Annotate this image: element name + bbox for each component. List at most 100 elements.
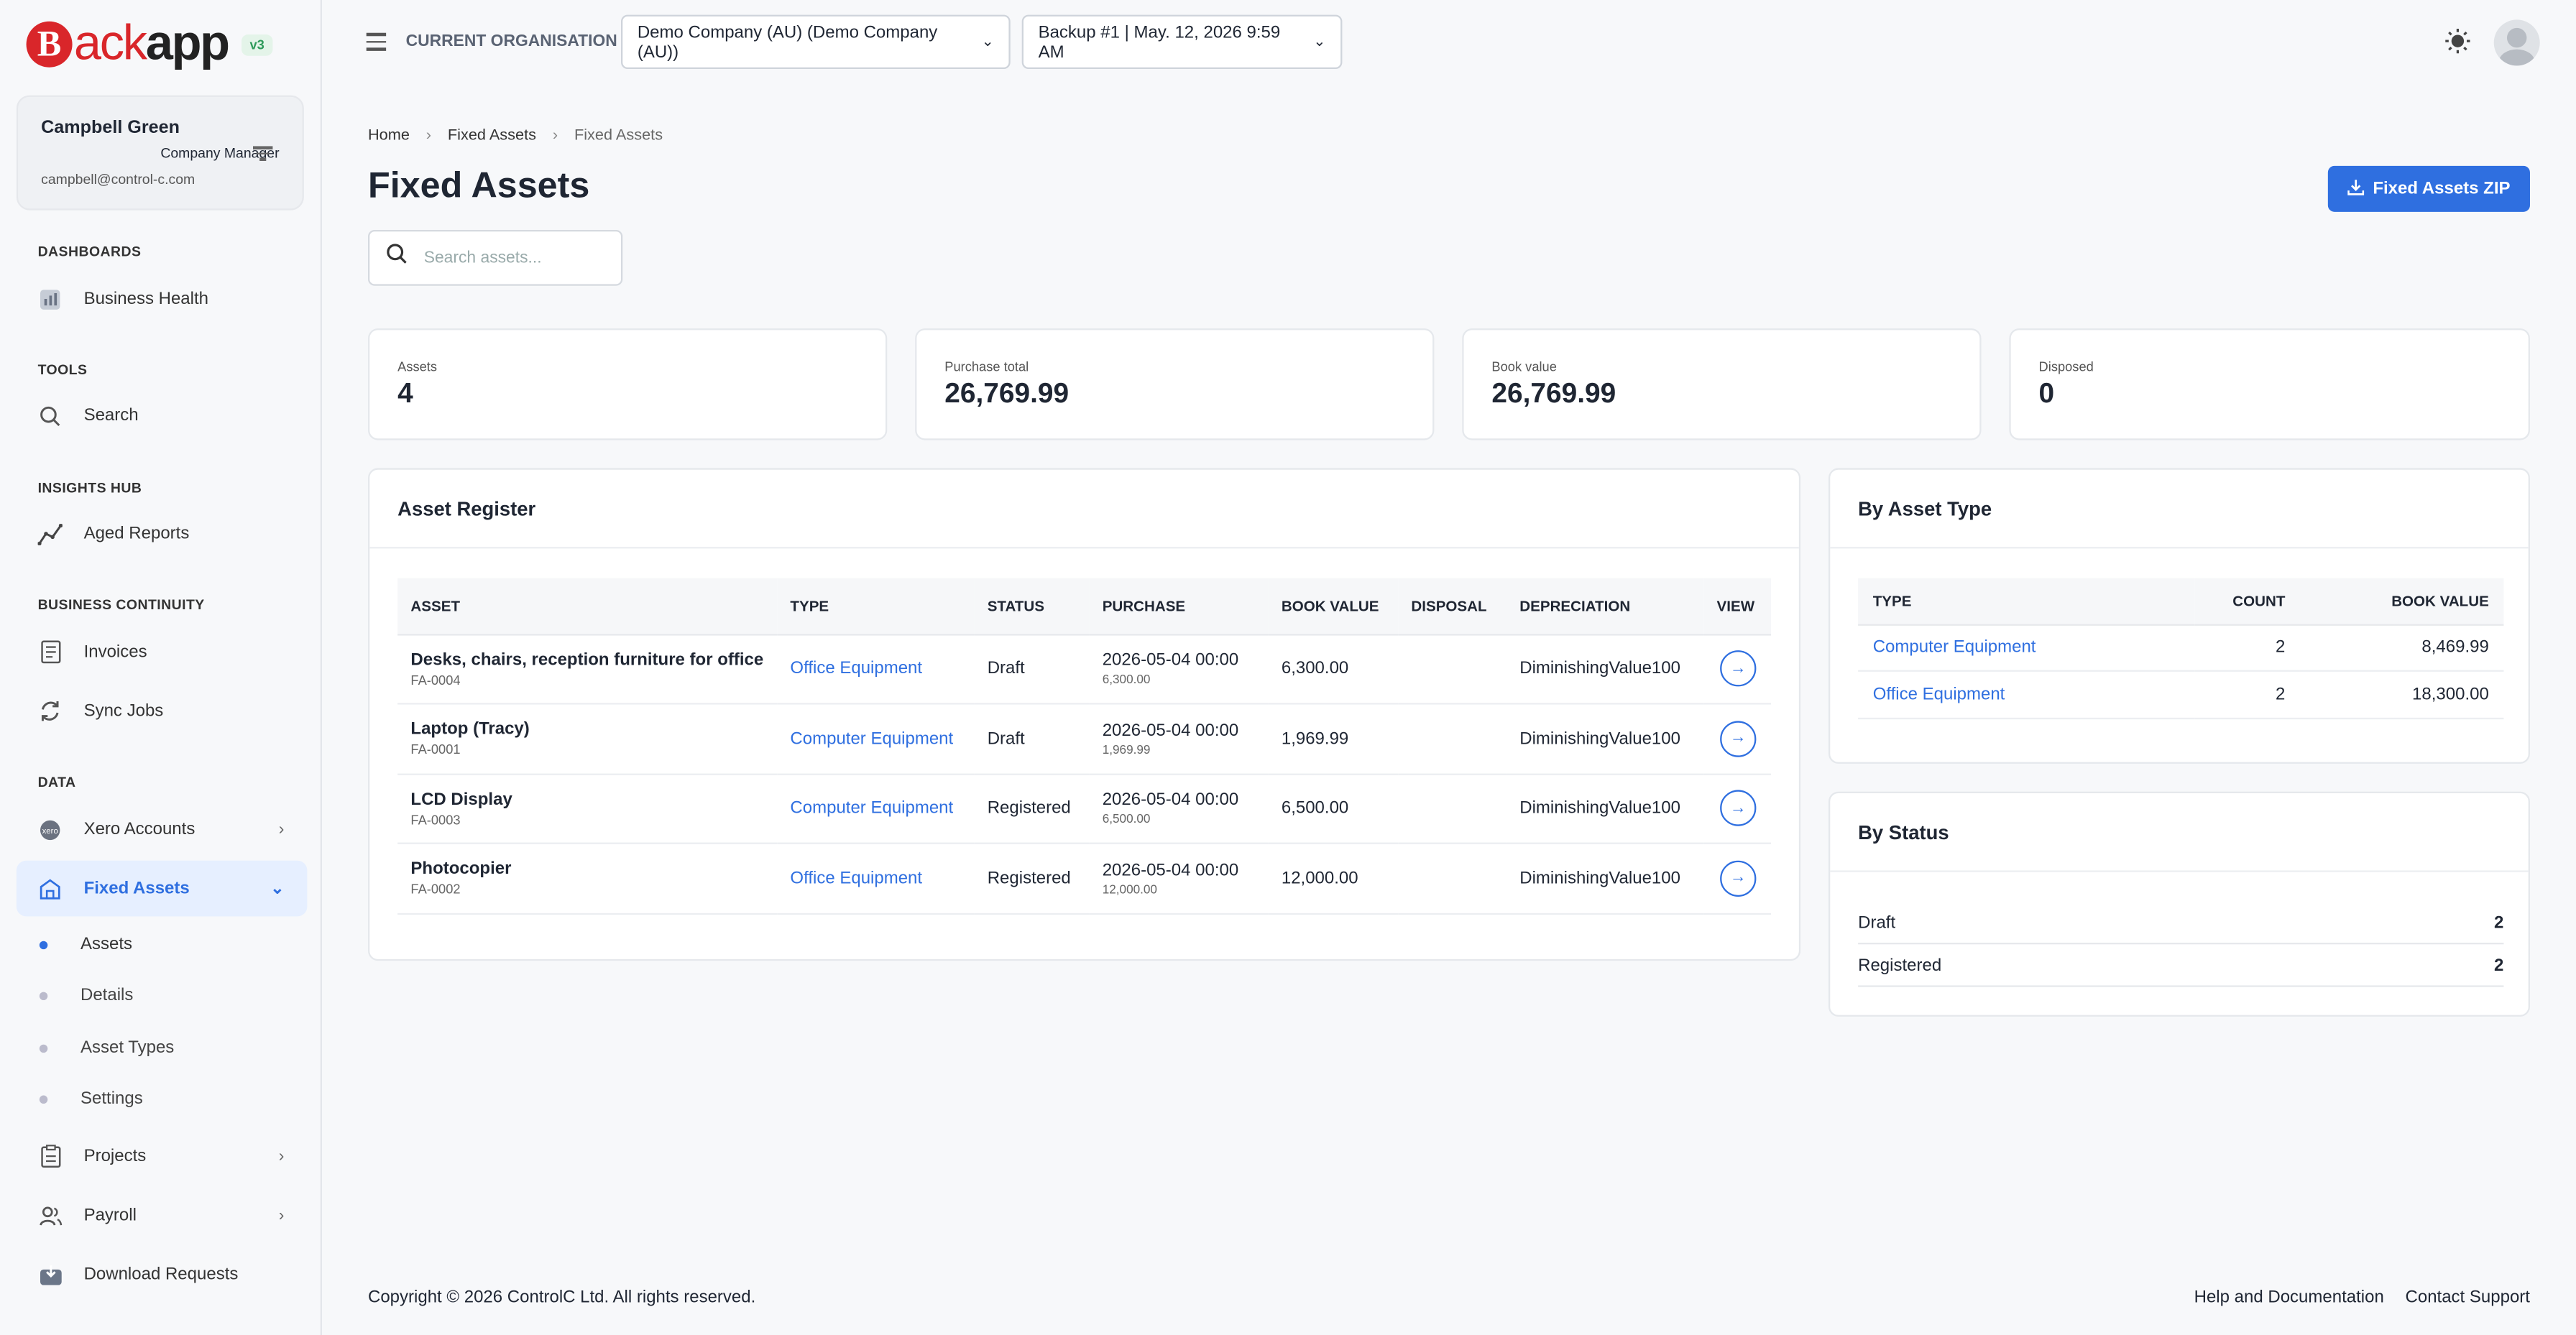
- sidebar-subitem-assets[interactable]: Assets: [39, 935, 132, 954]
- help-documentation-link[interactable]: Help and Documentation: [2194, 1288, 2384, 1307]
- sidebar-subitem-details[interactable]: Details: [39, 985, 134, 1005]
- col-book-value: BOOK VALUE: [1268, 578, 1399, 635]
- sidebar-item-search[interactable]: Search: [17, 387, 308, 443]
- purchase-date: 2026-05-04 00:00: [1102, 860, 1239, 880]
- asset-type-link[interactable]: Office Equipment: [790, 659, 922, 678]
- col-type: TYPE: [1858, 578, 2195, 625]
- count-cell: 2: [2194, 624, 2300, 672]
- kpi-label: Purchase total: [944, 359, 1029, 375]
- chart-icon: [38, 287, 63, 311]
- table-header-row: TYPE COUNT BOOK VALUE: [1858, 578, 2504, 625]
- search-input[interactable]: [423, 249, 605, 267]
- bullet-icon: [39, 1094, 48, 1103]
- users-icon: [38, 1203, 63, 1227]
- asset-type-link[interactable]: Computer Equipment: [790, 729, 953, 748]
- user-avatar[interactable]: [2493, 19, 2540, 66]
- sidebar-subitem-settings[interactable]: Settings: [39, 1089, 143, 1109]
- contact-support-link[interactable]: Contact Support: [2406, 1288, 2530, 1307]
- breadcrumb-separator-icon: ›: [426, 126, 432, 145]
- asset-type-link[interactable]: Office Equipment: [1873, 685, 2005, 704]
- sidebar-item-label: Xero Accounts: [83, 819, 196, 839]
- sidebar-subitem-asset-types[interactable]: Asset Types: [39, 1038, 174, 1058]
- hamburger-menu-icon[interactable]: [366, 32, 387, 55]
- type-cell: Office Equipment: [1858, 670, 2195, 719]
- view-arrow-icon[interactable]: →: [1720, 860, 1757, 897]
- status-cell: Draft: [974, 634, 1090, 705]
- asset-cell: Desks, chairs, reception furniture for o…: [397, 634, 778, 705]
- breadcrumb-separator-icon: ›: [552, 126, 558, 145]
- sidebar-item-business-health[interactable]: Business Health: [17, 271, 308, 327]
- sidebar-item-label: Payroll: [83, 1205, 137, 1226]
- view-arrow-icon[interactable]: →: [1720, 720, 1757, 757]
- bullet-icon: [39, 940, 48, 948]
- col-book-value: BOOK VALUE: [2299, 578, 2504, 625]
- sidebar-item-projects[interactable]: Projects ›: [17, 1128, 308, 1184]
- depreciation-cell: DiminishingValue100: [1506, 843, 1704, 914]
- asset-code: FA-0004: [410, 673, 461, 688]
- asset-name: Photocopier: [410, 859, 512, 879]
- backup-select-value: Backup #1 | May. 12, 2026 9:59 AM: [1038, 22, 1281, 62]
- type-cell: Computer Equipment: [777, 773, 975, 844]
- by-asset-type-title: By Asset Type: [1830, 470, 2529, 549]
- logo-mark: B: [26, 21, 73, 68]
- inbox-download-icon: [38, 1262, 63, 1287]
- table-row: LCD Display FA-0003 Computer Equipment Re…: [397, 773, 1771, 844]
- fixed-assets-zip-button[interactable]: Fixed Assets ZIP: [2328, 165, 2530, 212]
- purchase-amount: 12,000.00: [1102, 881, 1157, 897]
- sidebar-item-label: Business Health: [83, 289, 208, 309]
- search-icon: [38, 403, 63, 428]
- filter-icon[interactable]: [252, 143, 273, 164]
- view-arrow-icon[interactable]: →: [1720, 790, 1757, 827]
- purchase-amount: 1,969.99: [1102, 742, 1151, 757]
- organisation-select[interactable]: Demo Company (AU) (Demo Company (AU)) ⌄: [620, 14, 1011, 69]
- download-icon: [2347, 178, 2365, 200]
- sidebar-item-download-requests[interactable]: Download Requests: [17, 1247, 308, 1303]
- svg-text:xero: xero: [42, 826, 58, 835]
- book-value-cell: 12,000.00: [1268, 843, 1399, 914]
- version-badge: v3: [242, 33, 273, 55]
- asset-type-link[interactable]: Computer Equipment: [790, 798, 953, 818]
- purchase-amount: 6,300.00: [1102, 672, 1151, 687]
- logo[interactable]: B ack app v3: [26, 16, 273, 73]
- asset-type-link[interactable]: Computer Equipment: [1873, 637, 2036, 657]
- sidebar-item-sync-jobs[interactable]: Sync Jobs: [17, 683, 308, 739]
- breadcrumb-home[interactable]: Home: [368, 126, 410, 144]
- table-row: Desks, chairs, reception furniture for o…: [397, 634, 1771, 705]
- col-purchase: PURCHASE: [1089, 578, 1269, 635]
- asset-type-link[interactable]: Office Equipment: [790, 869, 922, 888]
- purchase-date: 2026-05-04 00:00: [1102, 650, 1239, 671]
- chevron-down-icon: ⌄: [270, 879, 285, 898]
- logo-text-red: ack: [73, 16, 147, 71]
- sidebar-item-label: Sync Jobs: [83, 701, 164, 721]
- disposal-cell: [1398, 703, 1506, 775]
- col-count: COUNT: [2194, 578, 2300, 625]
- chevron-right-icon: ›: [278, 1206, 285, 1224]
- depreciation-cell: DiminishingValue100: [1506, 634, 1704, 705]
- page-title: Fixed Assets: [367, 164, 590, 205]
- sidebar-item-aged-reports[interactable]: Aged Reports: [17, 506, 308, 562]
- sidebar-item-xero-accounts[interactable]: xero Xero Accounts ›: [17, 801, 308, 857]
- depreciation-cell: DiminishingValue100: [1506, 773, 1704, 844]
- asset-name: LCD Display: [410, 789, 512, 810]
- view-cell: →: [1703, 634, 1771, 705]
- status-label: Registered: [1858, 955, 1942, 975]
- kpi-label: Book value: [1491, 359, 1557, 375]
- sidebar-item-fixed-assets[interactable]: Fixed Assets ⌄: [16, 860, 308, 917]
- kpi-value: 26,769.99: [944, 377, 1070, 410]
- sidebar-item-invoices[interactable]: Invoices: [17, 624, 308, 680]
- status-cell: Draft: [974, 703, 1090, 775]
- sidebar-item-payroll[interactable]: Payroll ›: [17, 1188, 308, 1244]
- theme-toggle-sun-icon[interactable]: [2444, 28, 2471, 55]
- kpi-book-value: Book value 26,769.99: [1462, 328, 1982, 440]
- section-tools: TOOLS: [37, 361, 88, 378]
- chevron-right-icon: ›: [278, 820, 285, 839]
- sidebar-item-label: Search: [83, 405, 139, 425]
- view-arrow-icon[interactable]: →: [1720, 650, 1757, 687]
- asset-cell: LCD Display FA-0003: [397, 773, 778, 844]
- backup-select[interactable]: Backup #1 | May. 12, 2026 9:59 AM ⌄: [1021, 14, 1343, 69]
- breadcrumb-section[interactable]: Fixed Assets: [448, 126, 536, 144]
- book-value-cell: 8,469.99: [2299, 624, 2504, 672]
- view-cell: →: [1703, 773, 1771, 844]
- asset-name: Desks, chairs, reception furniture for o…: [410, 650, 764, 670]
- col-disposal: DISPOSAL: [1398, 578, 1506, 635]
